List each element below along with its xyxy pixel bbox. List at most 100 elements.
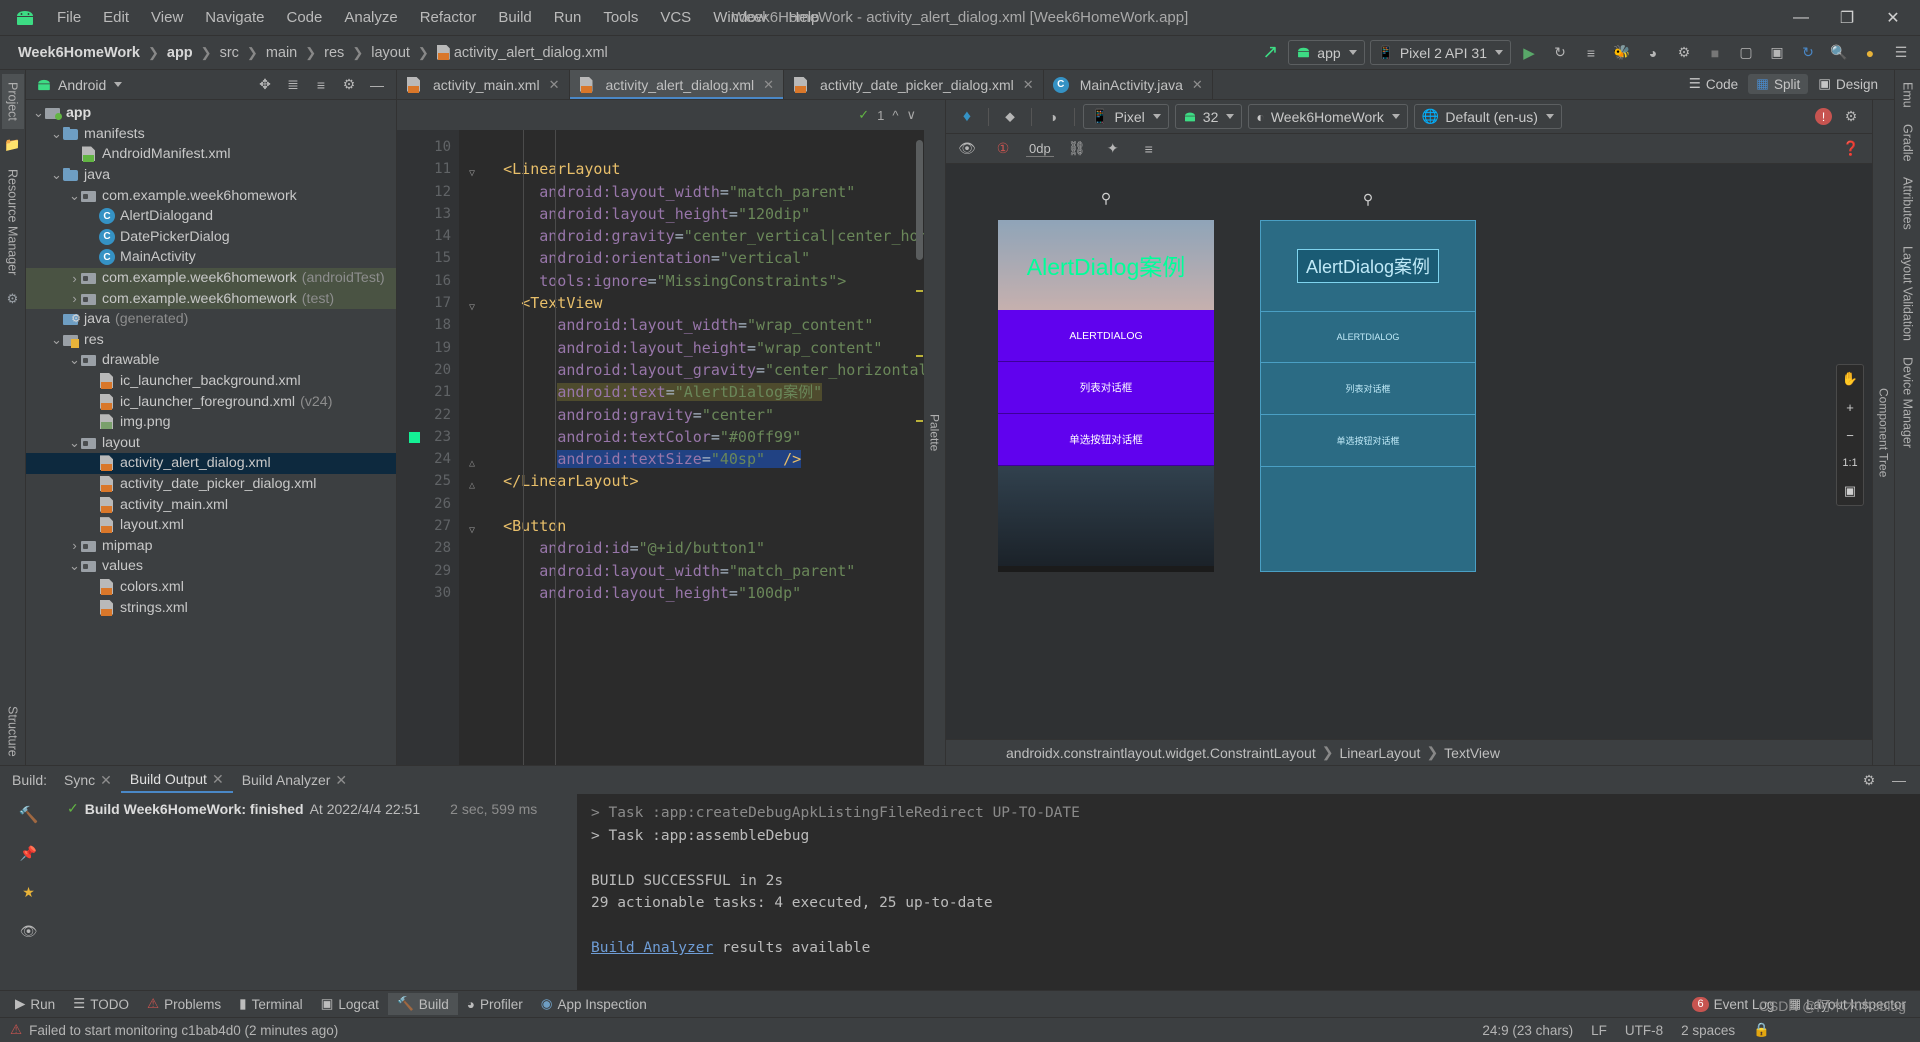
close-icon[interactable]: ✕ bbox=[212, 771, 224, 788]
bottom-tab-todo[interactable]: ☰ TODO bbox=[64, 993, 138, 1015]
bottom-tab-logcat[interactable]: ▣ Logcat bbox=[312, 993, 388, 1015]
breadcrumb-app[interactable]: app bbox=[163, 43, 197, 63]
bottom-tab-terminal[interactable]: ▮ Terminal bbox=[230, 993, 311, 1015]
sdk-manager-icon[interactable]: ▣ bbox=[1764, 40, 1790, 65]
sidebar-tab-gradle[interactable]: Gradle bbox=[1897, 116, 1919, 170]
avd-manager-icon[interactable]: ▢ bbox=[1733, 40, 1759, 65]
debug-icon[interactable]: 🐝 bbox=[1609, 40, 1635, 65]
breadcrumb[interactable]: Week6HomeWork ❯ app ❯ src ❯ main ❯ res ❯… bbox=[14, 43, 612, 63]
preview-toolbar-secondary[interactable]: 👁 ① 0dp ⛓ ✦ ≡ ❓ bbox=[946, 134, 1872, 164]
blueprint-button-1[interactable]: 列表对话框 bbox=[1261, 363, 1475, 415]
tree-item-layout-xml[interactable]: layout.xml bbox=[26, 515, 396, 536]
code-line[interactable]: <Button bbox=[459, 515, 924, 537]
theme-dropdown[interactable]: ◐ Week6HomeWork bbox=[1248, 104, 1408, 129]
tree-item-colors-xml[interactable]: colors.xml bbox=[26, 577, 396, 598]
settings-icon[interactable]: ⚙ bbox=[1856, 768, 1882, 793]
bottom-tab-profiler[interactable]: ◕ Profiler bbox=[458, 994, 532, 1015]
editor-mode-switch[interactable]: ☰ Code ▦ Split ▣ Design bbox=[1681, 74, 1886, 94]
zoom-actual-label[interactable]: 1:1 bbox=[1836, 449, 1864, 477]
chevron-down-icon[interactable]: ⌄ bbox=[50, 168, 63, 181]
build-result-tree[interactable]: ✓ Build Week6HomeWork: finished At 2022/… bbox=[57, 794, 577, 990]
chevron-down-icon[interactable] bbox=[114, 82, 123, 87]
design-breadcrumb-1[interactable]: LinearLayout bbox=[1339, 745, 1420, 761]
chevron-down-icon[interactable]: ⌄ bbox=[68, 436, 81, 449]
editor-tab-bar[interactable]: activity_main.xml ✕ activity_alert_dialo… bbox=[397, 70, 1894, 100]
design-surface-icon[interactable]: ♦ bbox=[954, 104, 980, 129]
build-side-actions[interactable]: 🔨 📌 ★ 👁 bbox=[0, 794, 57, 990]
locate-icon[interactable]: ✥ bbox=[252, 72, 278, 97]
blueprint-button-0[interactable]: ALERTDIALOG bbox=[1261, 311, 1475, 363]
locale-dropdown[interactable]: 🌐 Default (en-us) bbox=[1413, 104, 1562, 129]
design-breadcrumb-0[interactable]: androidx.constraintlayout.widget.Constra… bbox=[1006, 745, 1316, 761]
code-line[interactable]: </LinearLayout> bbox=[459, 470, 924, 492]
zoom-toolbar[interactable]: ✋ + − 1:1 ▣ bbox=[1836, 364, 1864, 506]
tab-activity-date-picker-dialog-xml[interactable]: activity_date_picker_dialog.xml ✕ bbox=[784, 70, 1044, 99]
bottom-tab-build[interactable]: 🔨 Build bbox=[387, 993, 458, 1015]
tree-item-com-example-week6homework[interactable]: › com.example.week6homework (androidTest) bbox=[26, 267, 396, 289]
breadcrumb-layout[interactable]: layout bbox=[367, 43, 414, 63]
gradle-sync-arrow-icon[interactable]: ↗ bbox=[1257, 40, 1283, 65]
tree-item-java[interactable]: java(generated) bbox=[26, 309, 396, 330]
tree-item-mipmap[interactable]: › mipmap bbox=[26, 535, 396, 556]
chevron-down-icon[interactable]: ⌄ bbox=[32, 106, 45, 119]
maximize-button[interactable]: ❐ bbox=[1824, 1, 1870, 35]
close-icon[interactable]: ✕ bbox=[1192, 77, 1203, 93]
menu-vcs[interactable]: VCS bbox=[649, 6, 702, 29]
menu-bar[interactable]: File Edit View Navigate Code Analyze Ref… bbox=[46, 6, 830, 29]
close-button[interactable]: ✕ bbox=[1870, 1, 1916, 35]
tree-item-layout[interactable]: ⌄ layout bbox=[26, 433, 396, 454]
infer-constraints-icon[interactable]: ✦ bbox=[1100, 136, 1126, 161]
tab-mainactivity-java[interactable]: C MainActivity.java ✕ bbox=[1044, 70, 1213, 99]
menu-run[interactable]: Run bbox=[543, 6, 593, 29]
code-line[interactable]: android:layout_width="wrap_content" bbox=[459, 314, 924, 336]
palette-rail[interactable]: Palette bbox=[924, 100, 946, 765]
tree-item-app[interactable]: ⌄ app bbox=[26, 103, 396, 124]
chevron-down-icon[interactable]: ⌄ bbox=[68, 189, 81, 202]
apply-changes-icon[interactable]: ↻ bbox=[1547, 40, 1573, 65]
component-tree-rail[interactable]: Component Tree bbox=[1872, 100, 1894, 765]
code-line[interactable]: tools:ignore="MissingConstraints"> bbox=[459, 270, 924, 292]
margin-value[interactable]: 0dp bbox=[1026, 141, 1054, 157]
code-line[interactable] bbox=[459, 136, 924, 158]
menu-navigate[interactable]: Navigate bbox=[194, 6, 275, 29]
mode-split[interactable]: ▦ Split bbox=[1748, 74, 1809, 94]
pin-icon[interactable]: 📌 bbox=[16, 841, 42, 866]
api-level-dropdown[interactable]: 32 bbox=[1174, 104, 1243, 129]
sidebar-tab-project[interactable]: Project bbox=[1, 74, 24, 129]
menu-window[interactable]: Window bbox=[702, 6, 777, 29]
design-canvas[interactable]: ⚲ AlertDialog案例 ALERTDIALOG 列表对话框 单选按钮对话… bbox=[946, 164, 1872, 739]
close-icon[interactable]: ✕ bbox=[335, 772, 347, 789]
blueprint-button-2[interactable]: 单选按钮对话框 bbox=[1261, 415, 1475, 467]
apply-code-changes-icon[interactable]: ≡ bbox=[1578, 40, 1604, 65]
lock-icon[interactable]: 🔒 bbox=[1753, 1022, 1770, 1038]
tree-item-res[interactable]: ⌄ res bbox=[26, 330, 396, 351]
bottom-tool-bar[interactable]: ▶ Run ☰ TODO ⚠ Problems ▮ Terminal ▣ Logcat 🔨… bbox=[0, 990, 1920, 1017]
eye-icon[interactable]: 👁 bbox=[954, 136, 980, 161]
menu-refactor[interactable]: Refactor bbox=[409, 6, 488, 29]
design-breadcrumb[interactable]: androidx.constraintlayout.widget.Constra… bbox=[946, 739, 1872, 765]
breadcrumb-res[interactable]: res bbox=[320, 43, 348, 63]
orientation-icon[interactable]: ⬥ bbox=[997, 104, 1023, 129]
line-number-gutter[interactable]: 10 11 ▽ 12 13 14 15 16 17 ▽ 18 19 20 21 22 23 24 △ 25 △ 26 27… bbox=[397, 130, 475, 765]
tree-item-activity-alert-dialog-xml[interactable]: activity_alert_dialog.xml bbox=[26, 453, 396, 474]
pin-icon[interactable]: ⚲ bbox=[1101, 190, 1111, 207]
next-problem-icon[interactable]: ∨ bbox=[906, 107, 916, 123]
tab-activity-main-xml[interactable]: activity_main.xml ✕ bbox=[397, 70, 570, 99]
menu-file[interactable]: File bbox=[46, 6, 92, 29]
pin-icon[interactable]: ⚲ bbox=[1363, 191, 1373, 208]
device-render-blueprint[interactable]: ⚲ AlertDialog案例 ALERTDIALOG 列表对话框 单选按钮对话… bbox=[1260, 191, 1476, 572]
zoom-out-icon[interactable]: − bbox=[1836, 421, 1864, 449]
account-icon[interactable]: ● bbox=[1857, 40, 1883, 65]
indent-setting[interactable]: 2 spaces bbox=[1681, 1023, 1735, 1038]
bottom-tab-run[interactable]: ▶ Run bbox=[6, 993, 64, 1015]
run-icon[interactable]: ▶ bbox=[1516, 40, 1542, 65]
code-line[interactable]: android:layout_width="match_parent" bbox=[459, 181, 924, 203]
tree-item-activity-main-xml[interactable]: activity_main.xml bbox=[26, 494, 396, 515]
code-line[interactable]: android:textSize="40sp" /> bbox=[459, 448, 924, 470]
chevron-right-icon[interactable]: › bbox=[68, 271, 81, 286]
sync-gradle-icon[interactable]: ↻ bbox=[1795, 40, 1821, 65]
build-console[interactable]: > Task :app:createDebugApkListingFileRed… bbox=[577, 794, 1920, 990]
tree-item-ic-launcher-background-xml[interactable]: ic_launcher_background.xml bbox=[26, 371, 396, 392]
help-icon[interactable]: ❓ bbox=[1838, 136, 1864, 161]
code-line[interactable] bbox=[459, 493, 924, 515]
